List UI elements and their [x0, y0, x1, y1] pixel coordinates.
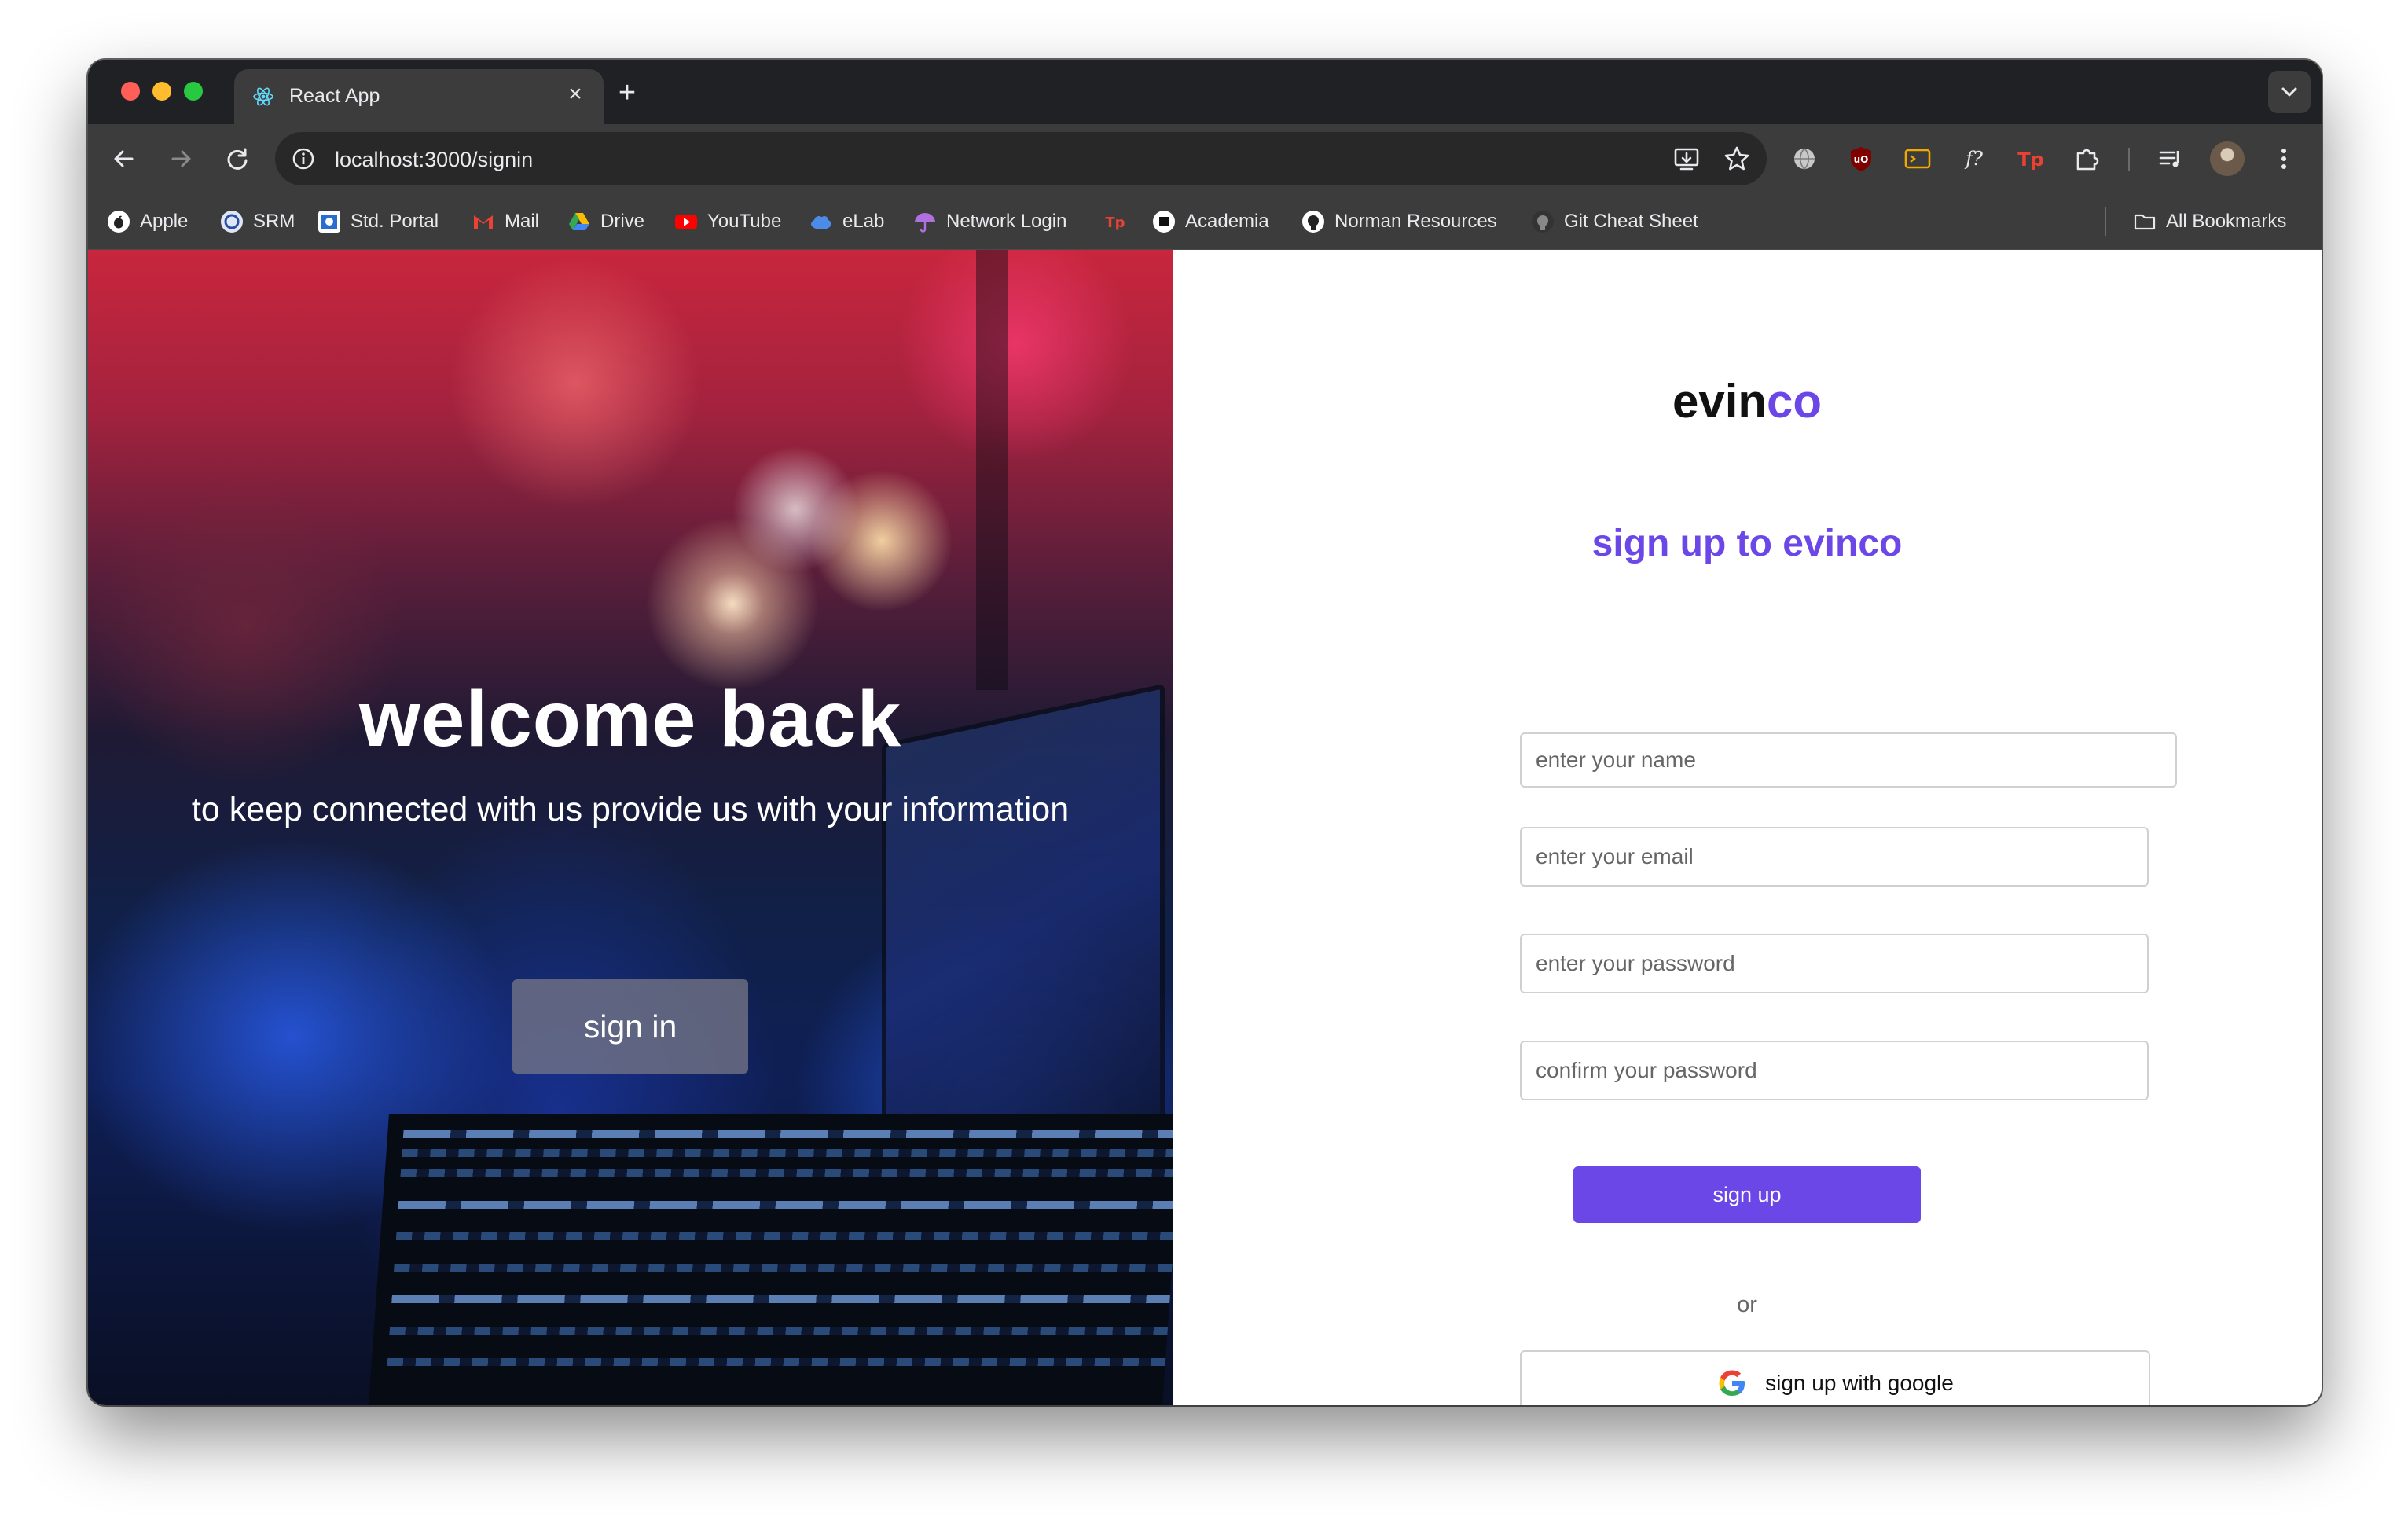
bookmark-label: YouTube	[707, 211, 782, 232]
forward-arrow-icon[interactable]	[163, 141, 198, 176]
bookmark-label: SRM	[253, 211, 295, 232]
bookmark-std-portal[interactable]: Std. Portal	[318, 207, 439, 236]
svg-text:uO: uO	[1854, 154, 1869, 165]
bookmark-label: Network Login	[946, 211, 1067, 232]
close-window-button[interactable]	[121, 82, 140, 101]
minimize-window-button[interactable]	[152, 82, 171, 101]
srm-icon	[221, 211, 243, 233]
google-signup-button[interactable]: sign up with google	[1520, 1350, 2150, 1405]
tab-title: React App	[289, 85, 380, 107]
github-icon	[1302, 211, 1324, 233]
stage-truss	[976, 250, 1008, 690]
bookmark-apple[interactable]: Apple	[107, 207, 188, 236]
umbrella-icon	[915, 213, 935, 233]
brand-prefix: evin	[1672, 375, 1767, 428]
tab-search-button[interactable]	[2268, 71, 2311, 113]
portal-icon	[318, 211, 340, 233]
browser-toolbar: localhost:3000/signin uO f? Tp	[88, 124, 2322, 193]
google-signup-label: sign up with google	[1765, 1371, 1954, 1395]
sign-up-button[interactable]: sign up	[1573, 1166, 1921, 1223]
svg-text:f?: f?	[1964, 148, 1983, 170]
signup-pane: evinco sign up to evinco sign up or sign…	[1173, 250, 2322, 1405]
profile-avatar[interactable]	[2210, 141, 2245, 176]
reload-icon[interactable]	[220, 141, 255, 176]
name-input[interactable]	[1520, 732, 2177, 788]
bookmark-label: Mail	[505, 211, 540, 232]
bookmark-srm[interactable]: SRM	[220, 207, 295, 236]
bookmark-elab[interactable]: eLab	[809, 207, 884, 236]
all-bookmarks-label: All Bookmarks	[2166, 211, 2287, 232]
bookmark-tp[interactable]: Tp	[1103, 207, 1136, 236]
bookmark-label: Norman Resources	[1334, 211, 1497, 232]
tab-react-app[interactable]: React App ×	[234, 69, 604, 124]
url-text: localhost:3000/signin	[335, 148, 534, 171]
site-info-icon[interactable]	[289, 145, 318, 173]
folder-icon	[2134, 214, 2156, 230]
or-divider-text: or	[1737, 1292, 1757, 1317]
back-arrow-icon[interactable]	[107, 141, 141, 176]
google-icon	[1719, 1370, 1745, 1396]
signup-heading: sign up to evinco	[1591, 523, 1903, 564]
cloud-icon	[811, 216, 831, 229]
extensions-puzzle-icon[interactable]	[2070, 141, 2105, 176]
menu-dots-icon[interactable]	[2267, 141, 2301, 176]
chevron-down-icon	[2281, 87, 2297, 97]
gmail-icon	[474, 215, 493, 229]
page-content: welcome back to keep connected with us p…	[88, 250, 2322, 1405]
all-bookmarks[interactable]: All Bookmarks	[2133, 207, 2286, 236]
bookmark-label: eLab	[842, 211, 885, 232]
bookmark-label: Std. Portal	[351, 211, 439, 232]
bookmark-network-login[interactable]: Network Login	[913, 207, 1066, 236]
tp-icon: Tp	[1105, 215, 1125, 231]
bookmark-star-icon[interactable]	[1721, 143, 1753, 174]
globe-extension-icon[interactable]	[1787, 141, 1822, 176]
hero-panel: welcome back to keep connected with us p…	[88, 250, 1173, 1405]
new-tab-button[interactable]: +	[611, 77, 643, 108]
brand-logo: evinco	[1173, 374, 2322, 428]
bookmark-label: Apple	[140, 211, 189, 232]
ublock-icon[interactable]: uO	[1844, 141, 1878, 176]
mixing-console	[369, 1114, 1173, 1405]
bookmark-mail[interactable]: Mail	[472, 207, 539, 236]
youtube-icon	[675, 215, 697, 229]
toolbar-divider	[2128, 148, 2130, 171]
bookmark-git-cheat-sheet[interactable]: Git Cheat Sheet	[1531, 207, 1698, 236]
tp-extension-icon[interactable]: Tp	[2013, 141, 2048, 176]
react-icon	[253, 87, 273, 106]
bookmark-label: Git Cheat Sheet	[1564, 211, 1698, 232]
media-queue-icon[interactable]	[2153, 141, 2188, 176]
drive-icon	[569, 213, 589, 230]
sign-in-button[interactable]: sign in	[512, 979, 748, 1074]
bookmarks-divider	[2105, 207, 2106, 236]
bookmark-youtube[interactable]: YouTube	[674, 207, 781, 236]
formula-extension-icon[interactable]: f?	[1957, 141, 1991, 176]
maximize-window-button[interactable]	[184, 82, 203, 101]
terminal-extension-icon[interactable]	[1900, 141, 1935, 176]
welcome-subtext: to keep connected with us provide us wit…	[191, 791, 1070, 828]
email-input[interactable]	[1520, 827, 2149, 887]
bookmark-drive[interactable]: Drive	[567, 207, 644, 236]
bookmark-academia[interactable]: Academia	[1152, 207, 1269, 236]
svg-text:Tp: Tp	[1105, 215, 1125, 231]
github-icon	[1532, 211, 1554, 233]
bookmark-label: Academia	[1185, 211, 1269, 232]
install-app-icon[interactable]	[1671, 143, 1702, 174]
apple-icon	[108, 211, 130, 233]
svg-text:Tp: Tp	[2017, 149, 2044, 171]
academia-icon	[1153, 211, 1175, 233]
address-bar[interactable]: localhost:3000/signin	[275, 132, 1767, 185]
welcome-heading: welcome back	[358, 675, 902, 763]
browser-window: React App × + localhost:3000/signin uO f…	[88, 60, 2322, 1405]
bookmarks-bar: Apple SRM Std. Portal Mail Drive YouTube…	[88, 193, 2322, 250]
tab-close-icon[interactable]: ×	[561, 80, 589, 108]
tab-strip: React App × +	[88, 60, 2322, 124]
bookmark-label: Drive	[600, 211, 645, 232]
password-input[interactable]	[1520, 934, 2149, 993]
confirm-password-input[interactable]	[1520, 1041, 2149, 1100]
bookmark-norman-resources[interactable]: Norman Resources	[1301, 207, 1497, 236]
brand-suffix: co	[1767, 375, 1823, 428]
